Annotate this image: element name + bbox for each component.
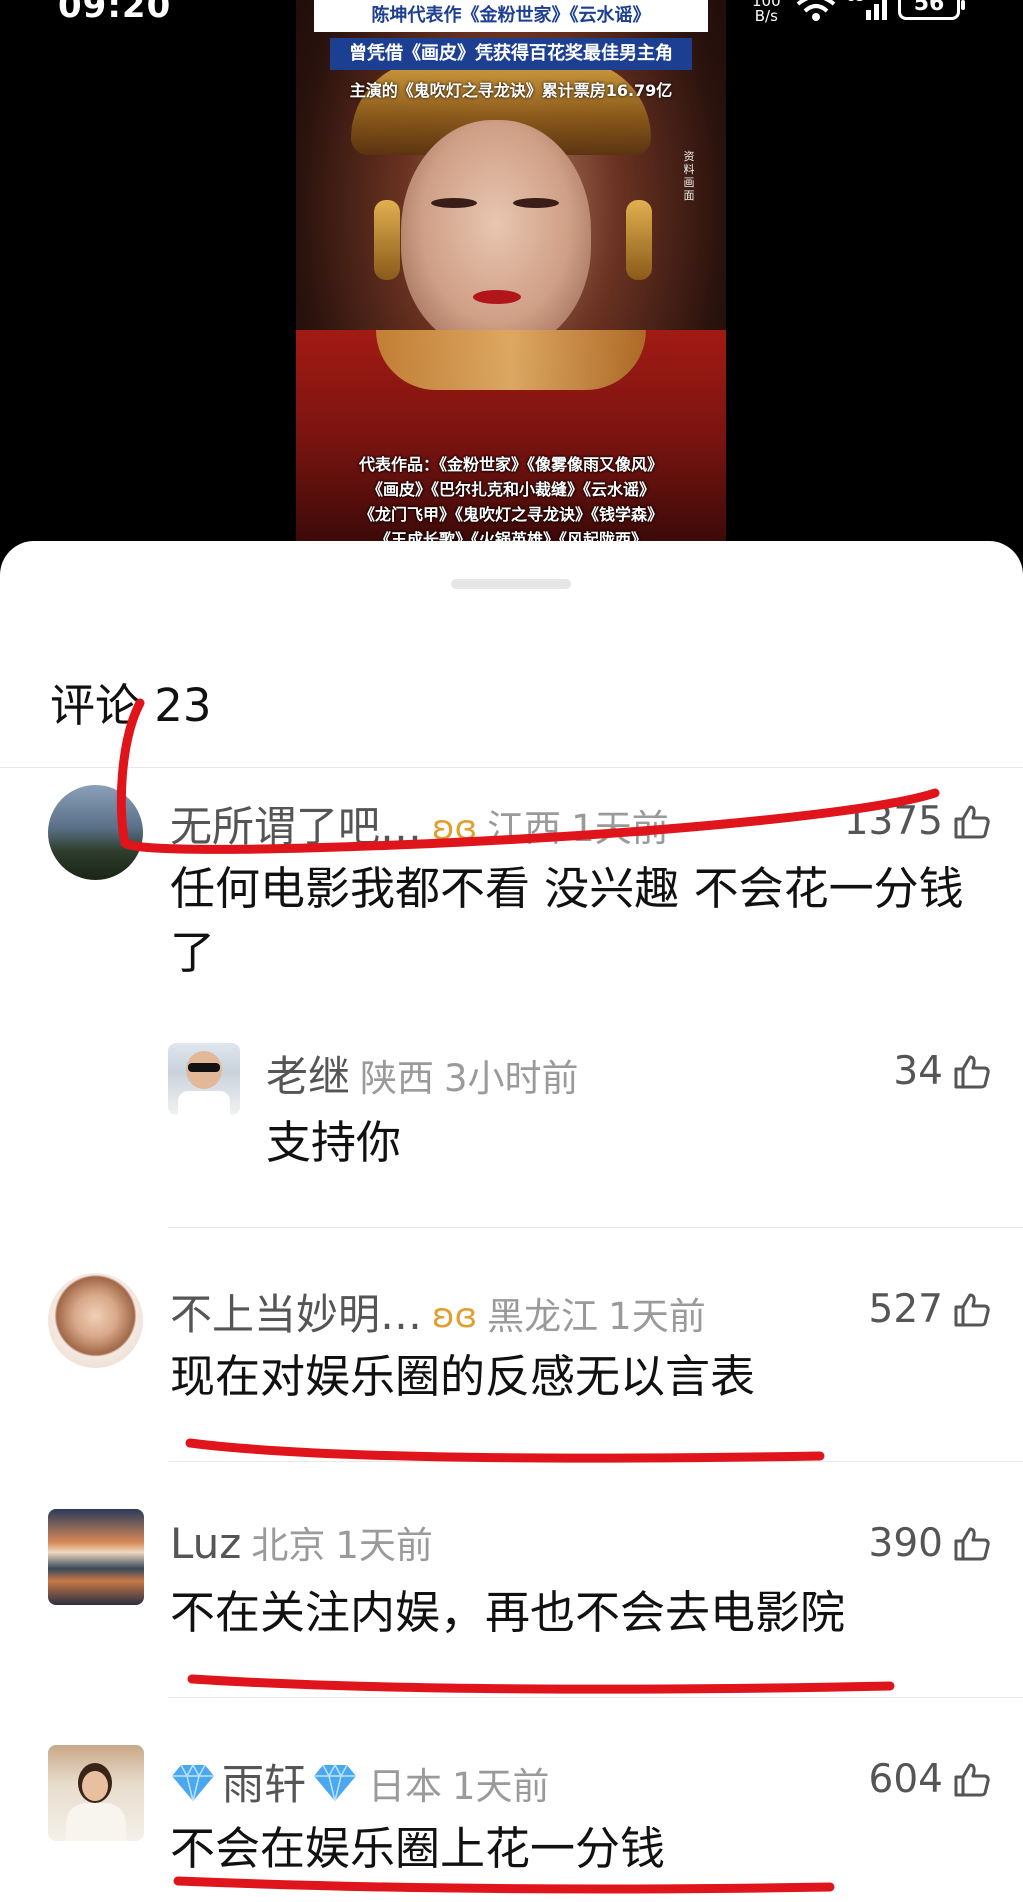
comment-text: 不会在娱乐圈上花一分钱 [170, 1822, 666, 1875]
comment-text: 不在关注内娱，再也不会去电影院 [170, 1586, 846, 1639]
like-count: 390 [868, 1521, 943, 1566]
thumbs-up-icon [954, 805, 990, 839]
avatar[interactable] [48, 785, 143, 880]
divider [0, 767, 1023, 768]
video-caption-title: 陈坤代表作《金粉世家》《云水谣》 [314, 0, 708, 32]
video-works-list: 代表作品：《金粉世家》《像雾像雨又像风》 《画皮》《巴尔扎克和小裁缝》《云水谣》… [358, 455, 663, 545]
comment-time: 1天前 [608, 1295, 706, 1338]
comment-username[interactable]: 无所谓了吧… [170, 802, 422, 851]
vip-badge-icon: ʚɞ [432, 1296, 478, 1336]
avatar[interactable] [48, 1273, 143, 1368]
sunglasses [188, 1063, 220, 1072]
divider [168, 1227, 1023, 1228]
video-caption-box-office: 主演的《鬼吹灯之寻龙诀》累计票房16.79亿 [349, 81, 673, 100]
like-button[interactable]: 527 [869, 1287, 991, 1332]
vip-badge-icon: ʚɞ [432, 808, 478, 848]
divider [168, 1461, 1023, 1462]
poster-eye [513, 198, 559, 208]
signal-icon: 5G [848, 0, 887, 20]
reply-username[interactable]: 老继 [266, 1052, 350, 1101]
avatar-face [82, 1771, 108, 1801]
net-speed: 100 B/s [752, 0, 781, 25]
comments-title: 评论 23 [50, 679, 212, 732]
comment-text: 现在对娱乐圈的反感无以言表 [170, 1350, 756, 1403]
comment-location: 黑龙江 [487, 1295, 599, 1338]
comment-time: 1天前 [452, 1765, 550, 1808]
like-count: 604 [868, 1757, 943, 1802]
poster-earring [374, 200, 400, 280]
poster-earring [626, 200, 652, 280]
comment-meta: 无所谓了吧… ʚɞ 江西 1天前 [170, 793, 669, 854]
thumbs-up-icon [954, 1055, 990, 1089]
comment-meta: 雨轩 日本 1天前 [170, 1751, 550, 1812]
wifi-icon [796, 0, 836, 21]
drag-handle[interactable] [451, 579, 571, 589]
battery-icon: 56 [898, 0, 965, 20]
reply-meta: 老继 陕西 3小时前 [266, 1043, 579, 1104]
svg-text:5G: 5G [848, 0, 863, 4]
like-button[interactable]: 390 [869, 1521, 991, 1566]
like-button[interactable]: 34 [893, 1049, 991, 1094]
comment-meta: Luz 北京 1天前 [170, 1515, 433, 1569]
like-count: 34 [893, 1049, 943, 1094]
avatar[interactable] [48, 1509, 144, 1605]
video-poster[interactable]: 陈坤代表作《金粉世家》《云水谣》 曾凭借《画皮》凭获得百花奖最佳男主角 主演的《… [296, 0, 726, 545]
thumbs-up-icon [954, 1527, 990, 1561]
video-caption-award: 曾凭借《画皮》凭获得百花奖最佳男主角 [330, 38, 692, 70]
diamond-icon [172, 1763, 214, 1802]
thumbs-up-icon [954, 1293, 990, 1327]
like-button[interactable]: 604 [869, 1757, 991, 1802]
comment-username[interactable]: Luz [170, 1519, 241, 1568]
status-time: 09:20 [58, 0, 172, 26]
avatar-shirt [178, 1091, 230, 1115]
avatar[interactable] [168, 1043, 240, 1115]
reply-time: 3小时前 [444, 1057, 579, 1100]
like-count: 1375 [843, 799, 943, 844]
comment-time: 1天前 [571, 807, 669, 850]
comment-location: 江西 [487, 807, 562, 850]
comment-text: 任何电影我都不看 没兴趣 不会花一分钱了 [170, 862, 964, 979]
diamond-icon [314, 1763, 357, 1802]
thumbs-up-icon [954, 1763, 990, 1797]
comment-meta: 不上当妙明… ʚɞ 黑龙江 1天前 [170, 1281, 706, 1342]
reply-location: 陕西 [360, 1057, 435, 1100]
poster-lips [473, 290, 521, 304]
reply-text: 支持你 [266, 1116, 402, 1169]
poster-robe-trim [376, 330, 646, 390]
comment-time: 1天前 [335, 1524, 433, 1567]
avatar-shirt [66, 1803, 126, 1841]
poster-face [401, 120, 591, 350]
like-count: 527 [868, 1287, 943, 1332]
comment-location: 日本 [368, 1765, 443, 1808]
divider [168, 1697, 1023, 1698]
video-watermark: 资料画面 [683, 150, 695, 202]
comment-location: 北京 [251, 1524, 326, 1567]
like-button[interactable]: 1375 [844, 799, 991, 844]
comment-sheet: 评论 23 无所谓了吧… ʚɞ 江西 1天前 1375 任何电影我都不看 没兴趣 不会… [0, 541, 1023, 1902]
comment-username[interactable]: 不上当妙明… [170, 1290, 422, 1339]
comment-username[interactable]: 雨轩 [222, 1760, 306, 1809]
avatar[interactable] [48, 1745, 144, 1841]
poster-eye [431, 198, 477, 208]
